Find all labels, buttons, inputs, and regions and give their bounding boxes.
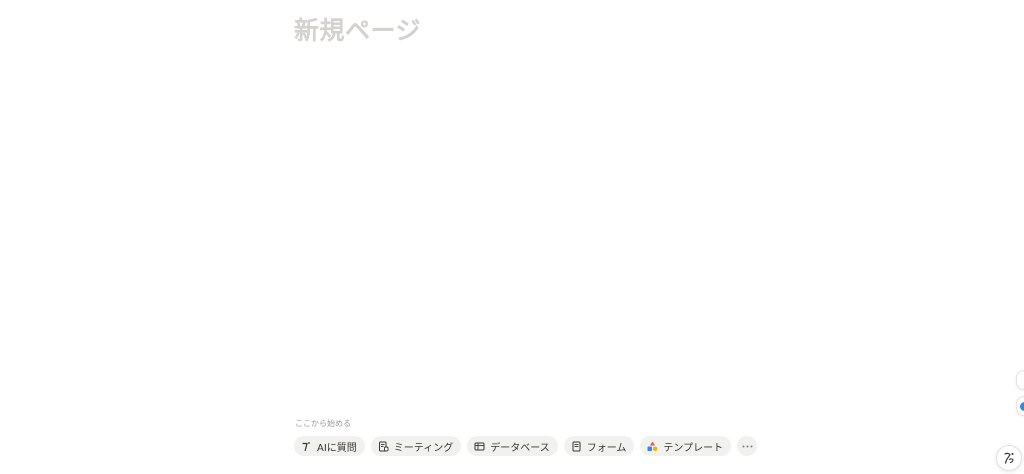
ask-ai-label: AIに質問	[317, 442, 357, 454]
form-button[interactable]: フォーム	[563, 436, 635, 456]
ai-assistant-button[interactable]	[996, 445, 1022, 471]
ai-sparkle-icon	[301, 441, 312, 452]
meeting-notes-icon	[378, 441, 389, 452]
more-options-button[interactable]	[737, 436, 758, 456]
page: 新規ページ ここから始める AIに質問 ミーティング データベース フォーム テ…	[0, 0, 1024, 474]
database-button[interactable]: データベース	[467, 436, 558, 456]
database-label: データベース	[490, 442, 550, 454]
meeting-button[interactable]: ミーティング	[370, 436, 462, 456]
more-horizontal-icon	[742, 445, 753, 447]
form-label: フォーム	[586, 442, 627, 454]
template-icon	[647, 441, 658, 452]
template-label: テンプレート	[663, 442, 724, 454]
quick-start-chips: AIに質問 ミーティング データベース フォーム テンプレート	[294, 436, 758, 456]
side-panel-tab[interactable]	[1016, 370, 1024, 390]
meeting-label: ミーティング	[393, 442, 454, 454]
template-button[interactable]: テンプレート	[640, 436, 732, 456]
ai-assistant-icon	[1004, 452, 1014, 464]
database-table-icon	[474, 441, 485, 452]
start-here-label: ここから始める	[295, 419, 351, 428]
side-panel-tab-active[interactable]	[1016, 396, 1024, 416]
page-title-placeholder[interactable]: 新規ページ	[294, 13, 421, 49]
form-icon	[571, 441, 582, 452]
ask-ai-button[interactable]: AIに質問	[294, 436, 365, 456]
